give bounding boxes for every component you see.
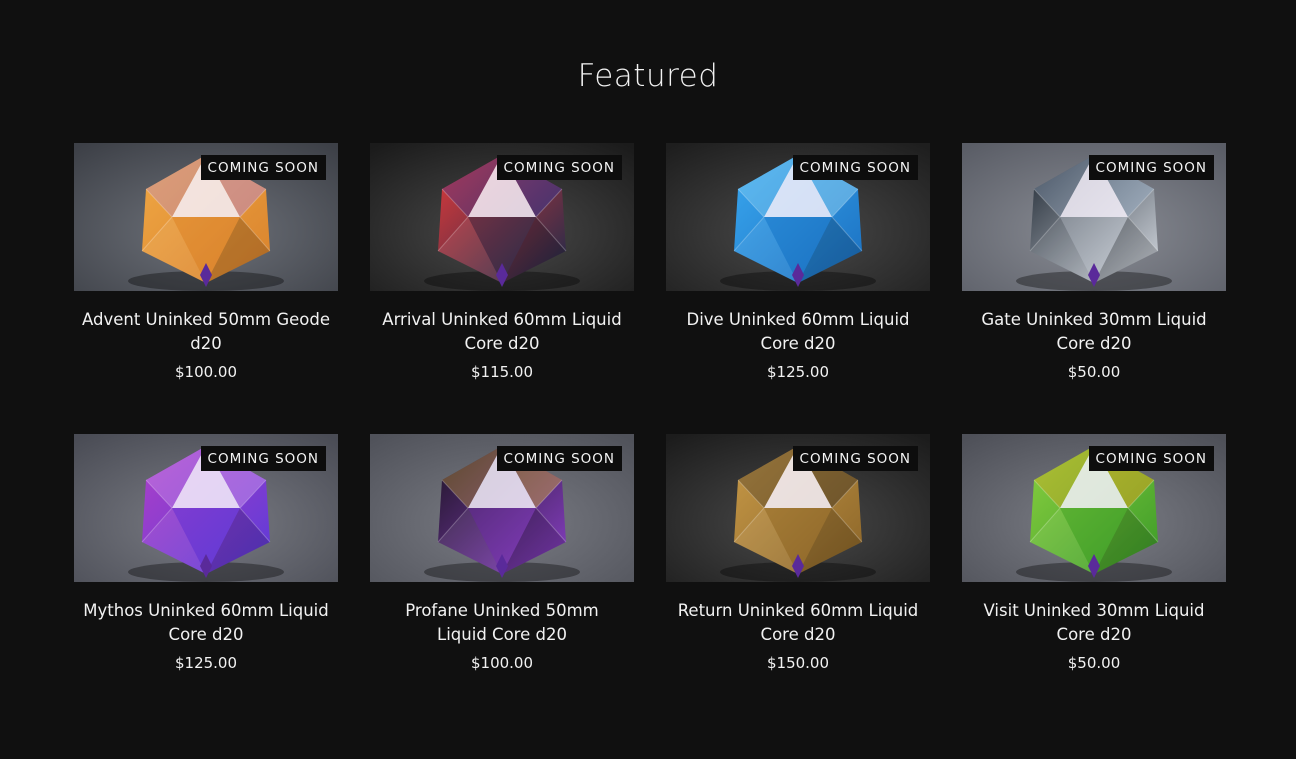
featured-page: Featured COMING SOON Advent Uninked 50mm…: [0, 0, 1296, 759]
coming-soon-badge: COMING SOON: [792, 155, 918, 180]
coming-soon-badge: COMING SOON: [200, 446, 326, 471]
product-title-link[interactable]: Return Uninked 60mm Liquid Core d20: [674, 599, 922, 647]
product-card[interactable]: COMING SOON Mythos Uninked 60mm Liquid C…: [74, 434, 338, 725]
product-title-link[interactable]: Advent Uninked 50mm Geode d20: [82, 308, 330, 356]
product-title-link[interactable]: Dive Uninked 60mm Liquid Core d20: [674, 308, 922, 356]
product-price: $125.00: [766, 363, 830, 381]
section-title: Featured: [577, 58, 719, 94]
coming-soon-badge: COMING SOON: [1088, 446, 1214, 471]
product-card[interactable]: COMING SOON Dive Uninked 60mm Liquid Cor…: [666, 143, 930, 434]
product-title-link[interactable]: Gate Uninked 30mm Liquid Core d20: [970, 308, 1218, 356]
product-price: $50.00: [1067, 363, 1121, 381]
product-title-link[interactable]: Visit Uninked 30mm Liquid Core d20: [970, 599, 1218, 647]
product-title-link[interactable]: Arrival Uninked 60mm Liquid Core d20: [378, 308, 626, 356]
product-card[interactable]: COMING SOON Visit Uninked 30mm Liquid Co…: [962, 434, 1226, 725]
coming-soon-badge: COMING SOON: [496, 446, 622, 471]
product-card[interactable]: COMING SOON Advent Uninked 50mm Geode d2…: [74, 143, 338, 434]
product-title-link[interactable]: Profane Uninked 50mm Liquid Core d20: [378, 599, 626, 647]
product-card[interactable]: COMING SOON Return Uninked 60mm Liquid C…: [666, 434, 930, 725]
product-price: $125.00: [174, 654, 238, 672]
product-card[interactable]: COMING SOON Arrival Uninked 60mm Liquid …: [370, 143, 634, 434]
product-price: $100.00: [174, 363, 238, 381]
product-title-link[interactable]: Mythos Uninked 60mm Liquid Core d20: [82, 599, 330, 647]
coming-soon-badge: COMING SOON: [200, 155, 326, 180]
product-price: $50.00: [1067, 654, 1121, 672]
product-grid: COMING SOON Advent Uninked 50mm Geode d2…: [74, 143, 1226, 725]
coming-soon-badge: COMING SOON: [496, 155, 622, 180]
product-price: $115.00: [470, 363, 534, 381]
coming-soon-badge: COMING SOON: [1088, 155, 1214, 180]
product-price: $100.00: [470, 654, 534, 672]
product-price: $150.00: [766, 654, 830, 672]
product-card[interactable]: COMING SOON Gate Uninked 30mm Liquid Cor…: [962, 143, 1226, 434]
coming-soon-badge: COMING SOON: [792, 446, 918, 471]
product-card[interactable]: COMING SOON Profane Uninked 50mm Liquid …: [370, 434, 634, 725]
